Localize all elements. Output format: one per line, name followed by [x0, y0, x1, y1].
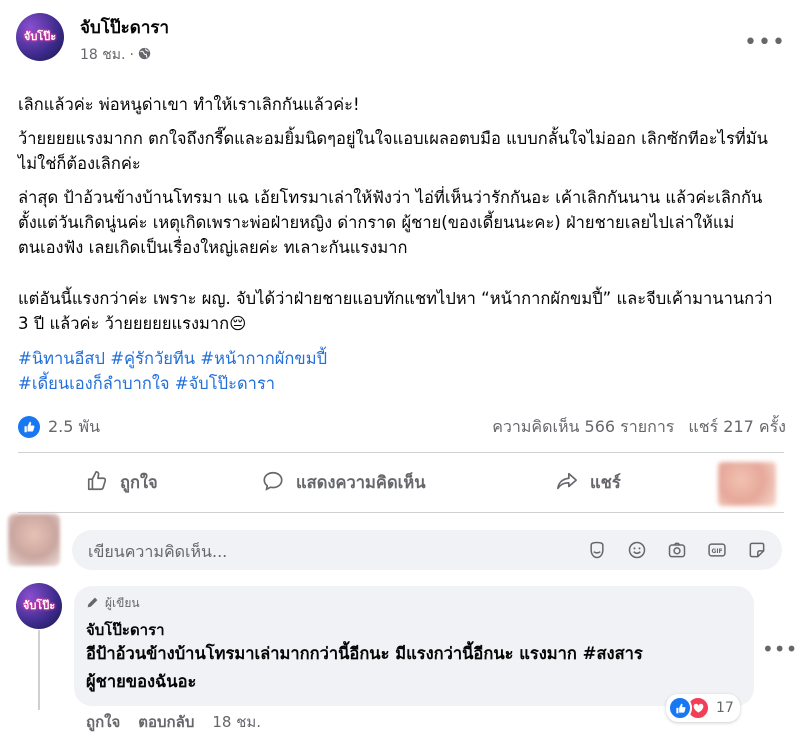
svg-text:GIF: GIF [712, 549, 723, 555]
comment-reactions[interactable]: 17 [666, 694, 740, 722]
pencil-icon [86, 596, 99, 612]
divider [18, 512, 784, 513]
blurred-thumbnail[interactable] [718, 462, 776, 506]
comment-like-button[interactable]: ถูกใจ [86, 710, 120, 734]
author-badge: ผู้เขียน [86, 594, 140, 613]
post-stats: 2.5 พัน ความคิดเห็น 566 รายการ แชร์ 217 … [18, 414, 786, 440]
post-time[interactable]: 18 ชม. [80, 44, 125, 66]
globe-icon [138, 47, 151, 64]
emoji-icon[interactable] [626, 539, 648, 561]
reaction-count[interactable]: 2.5 พัน [48, 415, 100, 440]
like-label: ถูกใจ [120, 473, 158, 492]
share-icon [556, 470, 578, 496]
avatar-sticker-icon[interactable] [586, 539, 608, 561]
hashtags-line-1[interactable]: #นิทานอีสป #คู่รักวัยทีน #หน้ากากผักขมปี… [18, 346, 788, 371]
divider [18, 452, 784, 453]
post-meta: 18 ชม. · [80, 44, 151, 66]
hashtags[interactable]: #นิทานอีสป #คู่รักวัยทีน #หน้ากากผักขมปี… [18, 346, 788, 396]
thumbs-up-icon [86, 470, 108, 496]
like-reaction-icon[interactable] [18, 416, 40, 438]
share-button[interactable]: แชร์ [556, 470, 621, 496]
comment-more-icon[interactable]: ••• [762, 637, 797, 661]
comment-actions: ถูกใจ ตอบกลับ 18 ชม. [86, 710, 261, 734]
comment-button[interactable]: แสดงความคิดเห็น [262, 470, 425, 496]
sticker-icon[interactable] [746, 539, 768, 561]
comment-line-2: ผู้ชายของฉันอะ [86, 672, 197, 691]
comment-time[interactable]: 18 ชม. [212, 710, 261, 734]
comment-count[interactable]: ความคิดเห็น 566 รายการ [492, 415, 674, 440]
share-label: แชร์ [590, 473, 621, 492]
camera-icon[interactable] [666, 539, 688, 561]
thread-line [38, 630, 40, 710]
author-badge-label: ผู้เขียน [105, 596, 140, 610]
composer-icons: GIF [586, 539, 768, 561]
more-options-icon[interactable]: ••• [744, 30, 786, 55]
post-paragraph: แต่อันนี้แรงกว่าค่ะ เพราะ ผญ. จับได้ว่าฝ… [18, 289, 773, 333]
avatar-label: จับโป๊ะ [22, 598, 56, 612]
page-name[interactable]: จับโป๊ะดารา [80, 14, 169, 41]
gif-icon[interactable]: GIF [706, 539, 728, 561]
comment-label: แสดงความคิดเห็น [296, 473, 426, 492]
current-user-avatar[interactable] [8, 514, 60, 566]
comment-bubble: ผู้เขียน จับโป๊ะดารา อีป้าอ้วนข้างบ้านโท… [74, 586, 754, 706]
comment-placeholder[interactable]: เขียนความคิดเห็น... [88, 540, 227, 565]
comment-icon [262, 470, 284, 496]
comment-reply-button[interactable]: ตอบกลับ [138, 710, 194, 734]
share-count[interactable]: แชร์ 217 ครั้ง [688, 415, 786, 440]
comment-author-avatar[interactable]: จับโป๊ะ [16, 583, 62, 629]
like-button[interactable]: ถูกใจ [86, 470, 158, 496]
post-paragraph: ล่าสุด ป้าอ้วนข้างบ้านโทรมา แฉ เอ้ยโทรมา… [18, 188, 763, 257]
post-paragraph: ว้ายยยยแรงมากก ตกใจถึงกรี๊ดและอมยิ้มนิดๆ… [18, 129, 768, 173]
like-reaction-icon [668, 696, 692, 720]
comment-author[interactable]: จับโป๊ะดารา [86, 618, 165, 642]
comment-reaction-count: 17 [716, 700, 734, 716]
action-bar: ถูกใจ แสดงความคิดเห็น แชร์ [0, 457, 800, 509]
comment-line-1: อีป้าอ้วนข้างบ้านโทรมาเล่ามากกว่านี้อีกน… [86, 644, 643, 663]
avatar-label: จับโป๊ะ [23, 29, 57, 43]
post-body: เลิกแล้วค่ะ พ่อหนูด่าเขา ทำให้เราเลิกกัน… [18, 92, 788, 117]
comment-text: อีป้าอ้วนข้างบ้านโทรมาเล่ามากกว่านี้อีกน… [86, 640, 736, 696]
post-paragraph: เลิกแล้วค่ะ พ่อหนูด่าเขา ทำให้เราเลิกกัน… [18, 95, 360, 114]
page-avatar[interactable]: จับโป๊ะ [16, 13, 64, 61]
comment-input[interactable]: เขียนความคิดเห็น... GIF [72, 530, 782, 570]
hashtags-line-2[interactable]: #เดี้ยนเองก็ลำบากใจ #จับโป๊ะดารา [18, 371, 788, 396]
